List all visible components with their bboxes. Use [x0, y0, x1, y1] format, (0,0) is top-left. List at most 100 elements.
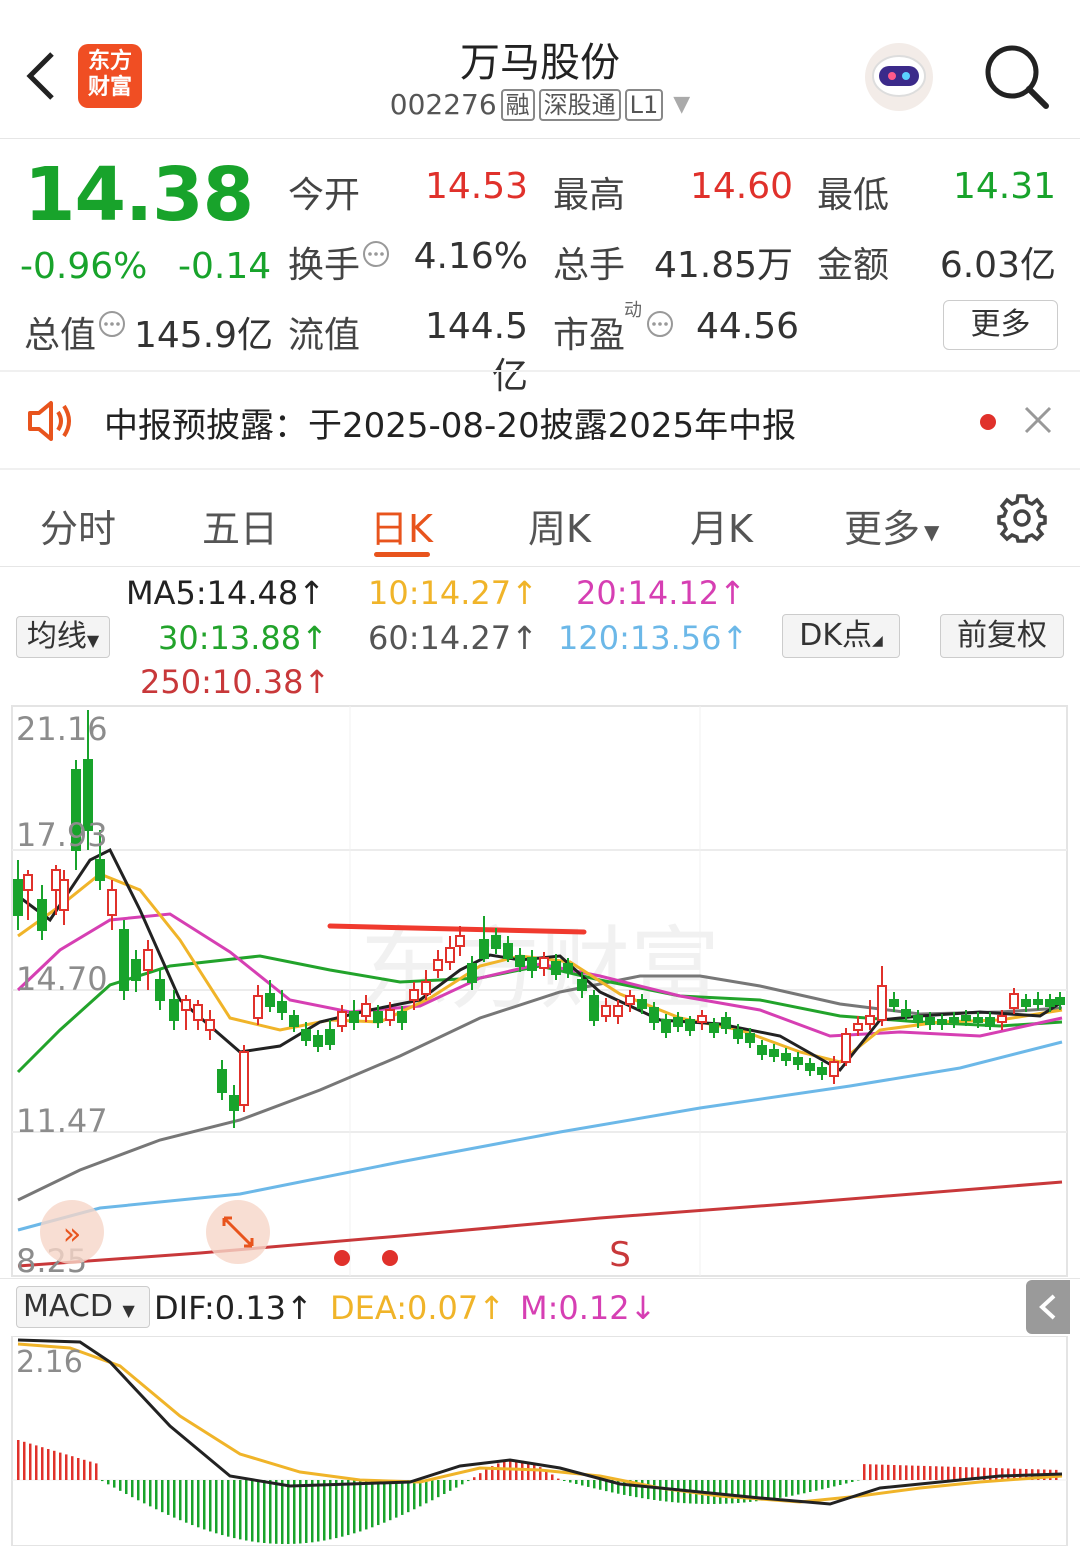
macd-bar	[233, 1480, 236, 1539]
search-icon[interactable]	[982, 42, 1052, 112]
close-icon[interactable]	[1022, 404, 1054, 436]
tag-level: L1	[624, 88, 664, 121]
macd-bar	[413, 1480, 416, 1510]
more-quote-button[interactable]: 更多	[943, 300, 1058, 350]
macd-bar	[725, 1480, 728, 1504]
candle-body	[997, 1015, 1007, 1023]
candle-body	[901, 1009, 911, 1017]
macd-selector[interactable]: MACD ▼	[16, 1286, 150, 1328]
macd-bar	[449, 1480, 452, 1491]
candle-body	[467, 963, 477, 983]
tab-weekly-k[interactable]: 周K	[528, 498, 591, 553]
candle-body	[239, 1051, 249, 1106]
gear-icon[interactable]	[996, 492, 1048, 544]
mktcap-value: 145.9亿	[134, 315, 274, 356]
candle-body	[769, 1049, 779, 1057]
info-icon[interactable]	[646, 310, 674, 338]
macd-bar	[179, 1480, 182, 1521]
candle-body	[913, 1015, 923, 1023]
ma5-value: MA5:14.48↑	[126, 574, 326, 612]
macd-bar	[953, 1466, 956, 1480]
ma-selector[interactable]: 均线▼	[16, 616, 110, 658]
amount-label: 金额	[817, 245, 890, 286]
dk-point-button[interactable]: DK点◢	[782, 614, 900, 658]
macd-bar	[95, 1463, 98, 1480]
candle-body	[479, 939, 489, 959]
macd-bar	[431, 1480, 434, 1501]
macd-bar	[347, 1480, 350, 1536]
macd-bar	[227, 1480, 230, 1537]
adjust-button[interactable]: 前复权	[940, 614, 1064, 658]
tab-daily-k[interactable]: 日K	[370, 498, 433, 553]
macd-bar	[833, 1480, 836, 1487]
info-icon[interactable]	[362, 240, 390, 268]
tab-monthly-k[interactable]: 月K	[690, 498, 753, 553]
low-label: 最低	[817, 175, 890, 216]
expand-left-icon[interactable]: »	[40, 1200, 104, 1264]
macd-bar	[323, 1480, 326, 1541]
robot-assistant-icon[interactable]	[862, 40, 936, 114]
kline-chart[interactable]: 东方财富 21.16 17.93 14.70 11.47 8.25 » S	[0, 700, 1080, 1278]
macd-bar	[791, 1480, 794, 1496]
change-pct: -0.96%	[20, 246, 148, 287]
macd-bar	[395, 1480, 398, 1518]
divider	[0, 1278, 1080, 1279]
mktcap-label: 总值	[24, 315, 97, 356]
candle-body	[253, 995, 263, 1019]
macd-bar	[125, 1480, 128, 1495]
candle-body	[721, 1017, 731, 1029]
speaker-icon	[26, 398, 76, 444]
volume-value: 41.85万	[653, 245, 793, 286]
candle-body	[37, 899, 47, 931]
tab-intraday[interactable]: 分时	[40, 498, 116, 553]
macd-bar	[299, 1480, 302, 1544]
macd-bar	[551, 1474, 554, 1480]
candle-body	[193, 1004, 203, 1021]
macd-bar	[851, 1480, 854, 1483]
macd-m: M:0.12↓	[520, 1289, 657, 1327]
macd-bar	[17, 1440, 20, 1480]
candle-body	[301, 1029, 311, 1041]
candle-body	[985, 1017, 995, 1027]
candle-body	[433, 959, 443, 971]
macd-bar	[191, 1480, 194, 1526]
candle-body	[361, 1003, 371, 1017]
candle-body	[925, 1017, 935, 1025]
pe-dynamic-sup: 动	[624, 300, 642, 321]
macd-bar	[389, 1480, 392, 1521]
candle-body	[491, 935, 501, 949]
macd-bar	[905, 1465, 908, 1480]
macd-bar	[83, 1459, 86, 1480]
macd-chart[interactable]: 2.16	[0, 1336, 1080, 1546]
macd-bar	[251, 1480, 254, 1542]
divider	[0, 468, 1080, 470]
macd-bar	[203, 1480, 206, 1530]
ma-selector-label: 均线	[26, 619, 87, 654]
macd-bar	[497, 1463, 500, 1480]
candle-body	[421, 981, 431, 995]
notice-text[interactable]: 中报预披露：于2025-08-20披露2025年中报	[104, 398, 796, 447]
candle-body	[181, 999, 191, 1011]
macd-bar	[419, 1480, 422, 1507]
info-icon[interactable]	[98, 310, 126, 338]
macd-bar	[263, 1480, 266, 1543]
ma30-value: 30:13.88↑	[158, 619, 328, 657]
macd-bar	[587, 1480, 590, 1487]
candle-body	[625, 995, 635, 1005]
caret-down-icon[interactable]: ▼	[673, 92, 690, 117]
fullscreen-icon[interactable]	[206, 1200, 270, 1264]
tab-five-day[interactable]: 五日	[202, 498, 278, 553]
candle-body	[1033, 999, 1043, 1005]
ma10-value: 10:14.27↑	[368, 574, 538, 612]
macd-bar	[23, 1441, 26, 1480]
tab-more[interactable]: 更多 ▼	[844, 498, 939, 553]
ma20-value: 20:14.12↑	[576, 574, 746, 612]
macd-bar	[533, 1464, 536, 1480]
macd-bar	[911, 1465, 914, 1480]
caret-down-icon: ▼	[86, 631, 100, 650]
macd-bar	[149, 1480, 152, 1507]
low-value: 14.31	[952, 166, 1056, 207]
macd-bar	[917, 1465, 920, 1480]
collapse-panel-button[interactable]	[1026, 1280, 1070, 1334]
candle-body	[1055, 997, 1065, 1005]
